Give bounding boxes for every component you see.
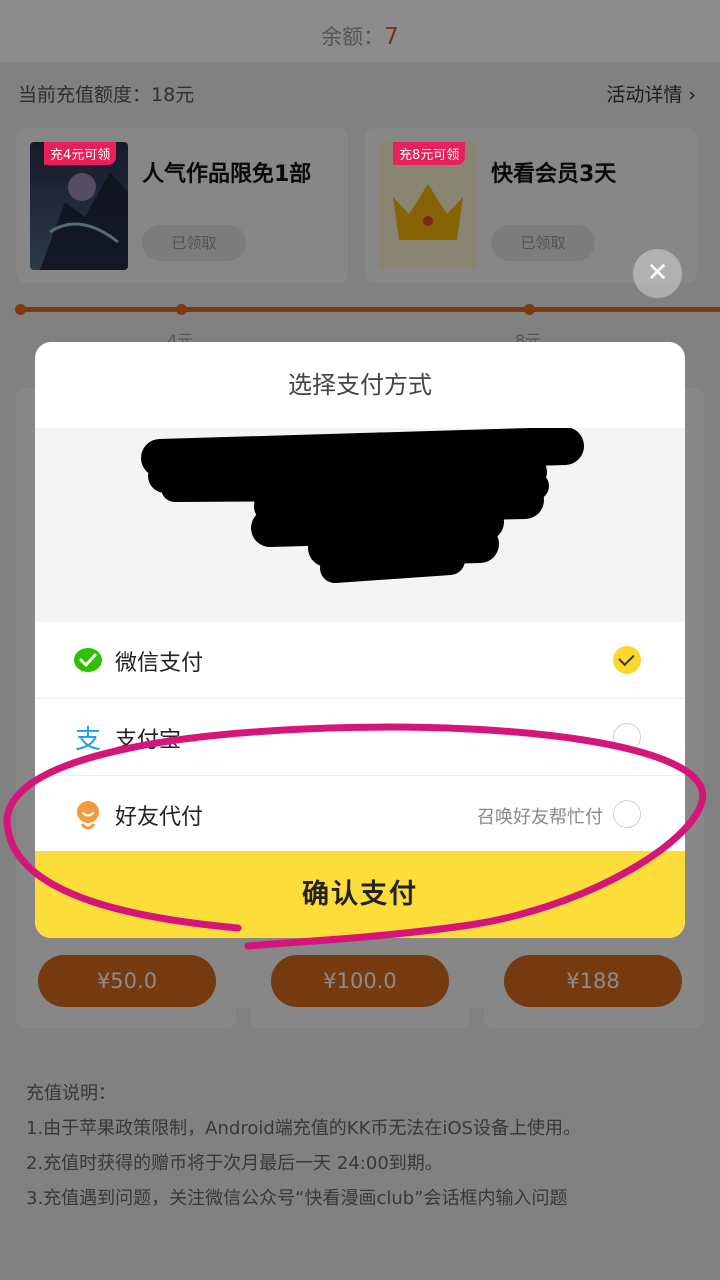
payment-option-friend[interactable]: 好友代付 召唤好友帮忙付 (35, 776, 685, 853)
payment-option-alipay[interactable]: 支 支付宝 (35, 699, 685, 776)
confirm-payment-button[interactable]: 确认支付 (35, 851, 685, 938)
alipay-icon: 支 (73, 723, 103, 755)
radio-unchecked[interactable] (613, 800, 641, 828)
payment-option-wechat[interactable]: 微信支付 (35, 622, 685, 699)
svg-text:支: 支 (75, 725, 101, 753)
payment-label: 好友代付 (115, 805, 204, 830)
reward-badge: 充4元可领 (44, 142, 117, 165)
payment-label: 微信支付 (115, 651, 204, 676)
payment-hint: 召唤好友帮忙付 (477, 807, 603, 828)
close-icon[interactable]: ✕ (633, 249, 682, 298)
payment-method-dialog: 选择支付方式 微信支付 支 支付宝 好友代付 召唤好友帮忙付 确认支付 (35, 342, 685, 938)
redacted-product-area (35, 427, 685, 622)
radio-checked[interactable] (613, 646, 641, 674)
wechat-icon (73, 646, 103, 676)
radio-unchecked[interactable] (613, 723, 641, 751)
payment-label: 支付宝 (115, 728, 182, 753)
dialog-title: 选择支付方式 (288, 371, 432, 399)
redaction-scribble (141, 427, 584, 583)
friend-pay-icon (73, 800, 103, 830)
reward-badge: 充8元可领 (393, 142, 466, 165)
